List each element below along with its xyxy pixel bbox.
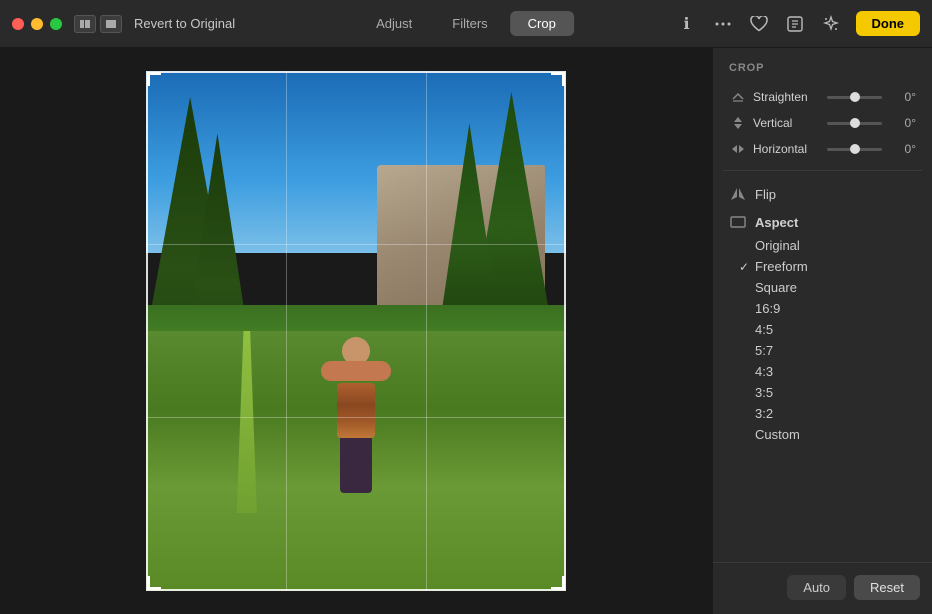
close-button[interactable] <box>12 18 24 30</box>
tab-crop[interactable]: Crop <box>510 11 574 36</box>
flip-label: Flip <box>755 187 776 202</box>
aspect-freeform[interactable]: Freeform <box>713 256 932 277</box>
heart-button[interactable] <box>748 13 770 35</box>
panel-title: CROP <box>713 48 932 84</box>
right-panel: CROP Straighten 0° Vertical <box>712 48 932 614</box>
maximize-button[interactable] <box>50 18 62 30</box>
vertical-thumb[interactable] <box>850 118 860 128</box>
flip-icon <box>729 185 747 203</box>
photo-area <box>0 48 712 614</box>
vertical-value: 0° <box>888 116 916 130</box>
aspect-label: Aspect <box>755 215 798 230</box>
aspect-4-3[interactable]: 4:3 <box>713 361 932 382</box>
divider-1 <box>723 170 922 171</box>
panel-footer: Auto Reset <box>713 562 932 614</box>
view-toggle-2[interactable] <box>100 15 122 33</box>
more-button[interactable] <box>712 13 734 35</box>
photo-container[interactable] <box>146 71 566 591</box>
horizontal-thumb[interactable] <box>850 144 860 154</box>
aspect-5-7[interactable]: 5:7 <box>713 340 932 361</box>
main-content: CROP Straighten 0° Vertical <box>0 48 932 614</box>
straighten-slider[interactable] <box>827 96 882 99</box>
aspect-16-9[interactable]: 16:9 <box>713 298 932 319</box>
vertical-slider[interactable] <box>827 122 882 125</box>
horizontal-row: Horizontal 0° <box>723 136 922 162</box>
aspect-custom[interactable]: Custom <box>713 424 932 445</box>
reset-button[interactable]: Reset <box>854 575 920 600</box>
vertical-icon <box>729 114 747 132</box>
photo-canvas <box>146 71 566 591</box>
traffic-lights <box>12 18 62 30</box>
straighten-label: Straighten <box>753 90 821 104</box>
window-controls <box>74 15 122 33</box>
person-arms <box>321 361 391 381</box>
titlebar-right: ℹ Done <box>676 11 921 36</box>
titlebar: Revert to Original Adjust Filters Crop ℹ… <box>0 0 932 48</box>
minimize-button[interactable] <box>31 18 43 30</box>
aspect-list: Original Freeform Square 16:9 4:5 5:7 4:… <box>713 233 932 447</box>
aspect-3-5[interactable]: 3:5 <box>713 382 932 403</box>
person-torso <box>337 383 375 438</box>
magic-button[interactable] <box>820 13 842 35</box>
info-button[interactable]: ℹ <box>676 13 698 35</box>
aspect-header: Aspect <box>713 209 932 233</box>
horizontal-value: 0° <box>888 142 916 156</box>
aspect-4-5[interactable]: 4:5 <box>713 319 932 340</box>
done-button[interactable]: Done <box>856 11 921 36</box>
straighten-icon <box>729 88 747 106</box>
aspect-square[interactable]: Square <box>713 277 932 298</box>
aspect-original[interactable]: Original <box>713 235 932 256</box>
vertical-row: Vertical 0° <box>723 110 922 136</box>
share-button[interactable] <box>784 13 806 35</box>
vertical-label: Vertical <box>753 116 821 130</box>
flip-row[interactable]: Flip <box>713 179 932 209</box>
aspect-section: Aspect Original Freeform Square 16:9 4:5… <box>713 209 932 447</box>
aspect-3-2[interactable]: 3:2 <box>713 403 932 424</box>
person-legs <box>340 438 372 493</box>
auto-button[interactable]: Auto <box>787 575 846 600</box>
tab-adjust[interactable]: Adjust <box>358 11 430 36</box>
sliders-section: Straighten 0° Vertical 0° <box>713 84 932 162</box>
horizontal-icon <box>729 140 747 158</box>
straighten-thumb[interactable] <box>850 92 860 102</box>
straighten-value: 0° <box>888 90 916 104</box>
aspect-icon <box>729 213 747 231</box>
person <box>321 337 391 497</box>
horizontal-slider[interactable] <box>827 148 882 151</box>
straighten-row: Straighten 0° <box>723 84 922 110</box>
tab-filters[interactable]: Filters <box>434 11 505 36</box>
revert-button[interactable]: Revert to Original <box>134 16 235 31</box>
view-toggle-1[interactable] <box>74 15 96 33</box>
horizontal-label: Horizontal <box>753 142 821 156</box>
tab-bar: Adjust Filters Crop <box>358 11 574 36</box>
